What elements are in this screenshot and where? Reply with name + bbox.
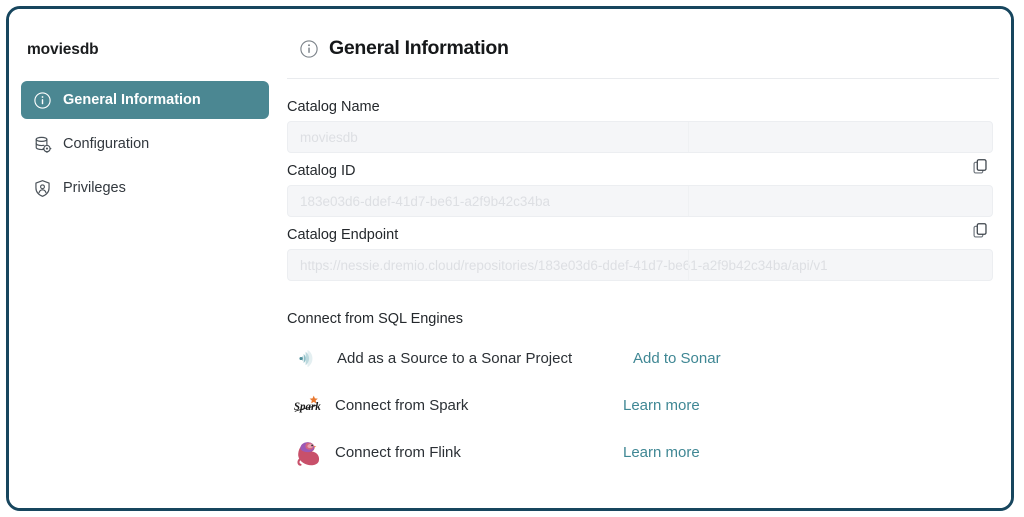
catalog-id-input[interactable]: 183e03d6-ddef-41d7-be61-a2f9b42c34ba xyxy=(287,185,993,217)
flink-learn-more-link[interactable]: Learn more xyxy=(623,444,700,461)
engine-row-spark: Spark Connect from Spark Learn more xyxy=(287,382,993,429)
catalog-endpoint-input[interactable]: https://nessie.dremio.cloud/repositories… xyxy=(287,249,993,281)
spark-logo-icon: Spark xyxy=(293,391,323,421)
sidebar-item-label: Privileges xyxy=(63,180,126,196)
engine-row-sonar: Add as a Source to a Sonar Project Add t… xyxy=(287,335,993,382)
spark-learn-more-link[interactable]: Learn more xyxy=(623,397,700,414)
field-value: https://nessie.dremio.cloud/repositories… xyxy=(288,258,828,273)
catalog-title: moviesdb xyxy=(9,9,281,59)
app-window: moviesdb General Information xyxy=(6,6,1014,511)
svg-text:Spark: Spark xyxy=(294,400,321,412)
copy-icon xyxy=(972,222,989,239)
engine-label: Connect from Flink xyxy=(335,444,623,461)
database-gear-icon xyxy=(33,135,52,154)
field-catalog-name: Catalog Name moviesdb xyxy=(287,91,993,153)
sidebar-item-general-information[interactable]: General Information xyxy=(21,81,269,119)
sonar-logo-icon xyxy=(293,344,323,374)
engine-label: Add as a Source to a Sonar Project xyxy=(337,350,633,367)
info-circle-icon xyxy=(299,39,319,59)
engine-label: Connect from Spark xyxy=(335,397,623,414)
engine-row-flink: Connect from Flink Learn more xyxy=(287,429,993,476)
field-label: Catalog ID xyxy=(287,155,993,185)
page-header: General Information xyxy=(281,9,1011,60)
page-title: General Information xyxy=(329,37,509,60)
connect-section-title: Connect from SQL Engines xyxy=(287,311,993,327)
sidebar-item-privileges[interactable]: Privileges xyxy=(21,169,269,207)
shield-user-icon xyxy=(33,179,52,198)
field-label: Catalog Name xyxy=(287,91,993,121)
sidebar-item-label: Configuration xyxy=(63,136,149,152)
sidebar-item-configuration[interactable]: Configuration xyxy=(21,125,269,163)
main-panel: General Information Catalog Name moviesd… xyxy=(281,9,1011,508)
sidebar: moviesdb General Information xyxy=(9,9,281,508)
field-label: Catalog Endpoint xyxy=(287,219,993,249)
app-body: moviesdb General Information xyxy=(9,9,1011,508)
sidebar-item-label: General Information xyxy=(63,92,201,108)
info-circle-icon xyxy=(33,91,52,110)
copy-catalog-endpoint-button[interactable] xyxy=(969,219,991,241)
field-value: 183e03d6-ddef-41d7-be61-a2f9b42c34ba xyxy=(288,194,550,209)
copy-icon xyxy=(972,158,989,175)
field-catalog-endpoint: Catalog Endpoint https://nessie.dremio.c… xyxy=(287,219,993,281)
catalog-name-input[interactable]: moviesdb xyxy=(287,121,993,153)
add-to-sonar-link[interactable]: Add to Sonar xyxy=(633,350,721,367)
connect-sql-engines-section: Connect from SQL Engines Add as a Source… xyxy=(281,283,1011,476)
copy-catalog-id-button[interactable] xyxy=(969,155,991,177)
sidebar-nav: General Information xyxy=(9,81,281,207)
flink-logo-icon xyxy=(293,438,323,468)
field-catalog-id: Catalog ID 183e03d6-ddef-41d7-be61-a2f9b… xyxy=(287,155,993,217)
catalog-details-form: Catalog Name moviesdb Catalog ID xyxy=(281,79,1011,281)
field-value: moviesdb xyxy=(288,130,358,145)
